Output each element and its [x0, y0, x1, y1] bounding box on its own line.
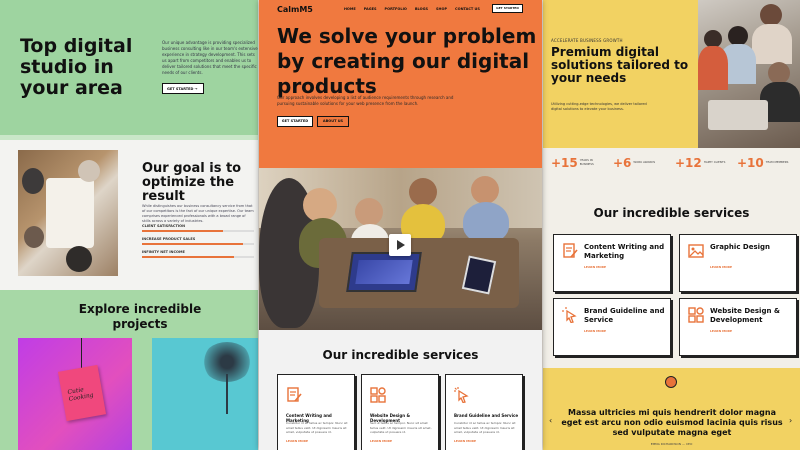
- right-hero-kicker: ACCELERATE BUSINESS GROWTH: [551, 38, 623, 43]
- cursor-click-icon: [454, 387, 469, 403]
- progress-client-satisfaction: CLIENT SATISFACTION: [142, 224, 254, 232]
- cursor-click-icon: [562, 307, 577, 323]
- nav-portfolio[interactable]: PORTFOLIO: [385, 7, 407, 11]
- stat-awards: +6 WORK AWARDS: [613, 156, 656, 170]
- chevron-right-icon[interactable]: ›: [789, 416, 792, 425]
- learn-more-link[interactable]: LEARN MORE: [370, 439, 392, 443]
- service-card-web-design[interactable]: Website Design & Development Sed ut tell…: [361, 374, 439, 450]
- service-card-content-writing[interactable]: Content Writing and Marketing Curabitur …: [277, 374, 355, 450]
- right-services-title: Our incredible services: [593, 206, 750, 220]
- play-video-button[interactable]: [389, 234, 411, 256]
- progress-net-income: INFINITY NET INCOME: [142, 250, 254, 258]
- team-collaboration-photo: [259, 168, 542, 330]
- learn-more-link[interactable]: LEARN MORE: [710, 329, 732, 333]
- get-started-button[interactable]: GET STARTED: [277, 116, 313, 127]
- service-card-web-design[interactable]: Website Design & Development LEARN MORE: [679, 298, 797, 356]
- project-card-tree[interactable]: [152, 338, 258, 450]
- explore-title: Explore incredible projects: [78, 302, 202, 331]
- left-hero-section: Top digital studio in your area Our uniq…: [0, 0, 258, 135]
- document-pen-icon: [287, 387, 302, 402]
- chevron-left-icon[interactable]: ‹: [549, 416, 552, 425]
- service-card-graphic-design[interactable]: Graphic Design LEARN MORE: [679, 234, 797, 292]
- project-card-cooking[interactable]: Cutie Cooking: [18, 338, 132, 450]
- learn-more-link[interactable]: LEARN MORE: [454, 439, 476, 443]
- explore-projects-section: Explore incredible projects Cutie Cookin…: [0, 290, 258, 450]
- learn-more-link[interactable]: LEARN MORE: [710, 265, 732, 269]
- stat-years: +15 YEARS IN BUSINESS: [551, 156, 594, 170]
- goal-section: Our goal is to optimize the result While…: [0, 140, 258, 290]
- center-page-preview: CalmM5 HOME PAGES PORTFOLIO BLOGS SHOP C…: [259, 0, 542, 450]
- left-hero-title: Top digital studio in your area: [20, 35, 133, 99]
- center-services-title: Our incredible services: [322, 348, 479, 362]
- service-card-brand[interactable]: Brand Guideline and Service LEARN MORE: [553, 298, 671, 356]
- nav-get-started-button[interactable]: GET STARTED: [492, 4, 523, 13]
- testimonial-author: EMMA RICHARDSON — CEO: [650, 442, 693, 446]
- learn-more-link[interactable]: LEARN MORE: [584, 265, 606, 269]
- center-hero-section: CalmM5 HOME PAGES PORTFOLIO BLOGS SHOP C…: [259, 0, 542, 168]
- right-hero-section: ACCELERATE BUSINESS GROWTH Premium digit…: [543, 0, 800, 148]
- progress-fill: [142, 256, 234, 258]
- nav-shop[interactable]: SHOP: [436, 7, 447, 11]
- right-page-preview: ACCELERATE BUSINESS GROWTH Premium digit…: [543, 0, 800, 450]
- right-hero-title: Premium digital solutions tailored to yo…: [551, 45, 689, 85]
- service-card-content-writing[interactable]: Content Writing and Marketing LEARN MORE: [553, 234, 671, 292]
- image-frame-icon: [688, 244, 704, 258]
- nav-pages[interactable]: PAGES: [364, 7, 377, 11]
- laptop-image: [346, 252, 422, 292]
- stat-team: +10 TEAM MEMBERS: [737, 156, 789, 170]
- goal-title: Our goal is to optimize the result: [142, 161, 242, 204]
- team-working-photo: [698, 0, 800, 148]
- service-card-brand[interactable]: Brand Guideline and Service Curabitur id…: [445, 374, 523, 450]
- left-page-preview: Top digital studio in your area Our uniq…: [0, 0, 258, 450]
- team-meeting-photo: [18, 150, 118, 276]
- learn-more-link[interactable]: LEARN MORE: [286, 439, 308, 443]
- testimonial-section: ‹ Massa ultricies mi quis hendrerit dolo…: [543, 368, 800, 450]
- progress-product-sales: INCREASE PRODUCT SALES: [142, 237, 254, 245]
- learn-more-link[interactable]: LEARN MORE: [584, 329, 606, 333]
- main-nav: HOME PAGES PORTFOLIO BLOGS SHOP CONTACT …: [344, 7, 480, 11]
- center-headline: We solve your problem by creating our di…: [277, 24, 537, 98]
- layout-grid-icon: [370, 387, 386, 403]
- center-description: Our approach involves developing a list …: [277, 95, 454, 106]
- document-pen-icon: [563, 243, 578, 258]
- site-logo[interactable]: CalmM5: [277, 5, 313, 14]
- left-hero-description: Our unique advantage is providing specia…: [162, 40, 258, 75]
- nav-contact[interactable]: CONTACT US: [455, 7, 480, 11]
- stat-clients: +12 HAPPY CLIENTS: [675, 156, 726, 170]
- avatar: [665, 376, 677, 388]
- testimonial-quote: Massa ultricies mi quis hendrerit dolor …: [561, 408, 783, 437]
- play-icon: [397, 240, 405, 250]
- about-us-button[interactable]: ABOUT US: [317, 116, 349, 127]
- layout-grid-icon: [688, 307, 704, 323]
- right-hero-description: Utilizing cutting-edge technologies, we …: [551, 102, 647, 111]
- nav-home[interactable]: HOME: [344, 7, 356, 11]
- left-get-started-button[interactable]: GET STARTED →: [162, 83, 204, 94]
- goal-description: While distinguishes our business consult…: [142, 204, 254, 223]
- progress-fill: [142, 243, 243, 245]
- stats-row: +15 YEARS IN BUSINESS +6 WORK AWARDS +12…: [551, 156, 800, 170]
- progress-fill: [142, 230, 223, 232]
- nav-blogs[interactable]: BLOGS: [415, 7, 428, 11]
